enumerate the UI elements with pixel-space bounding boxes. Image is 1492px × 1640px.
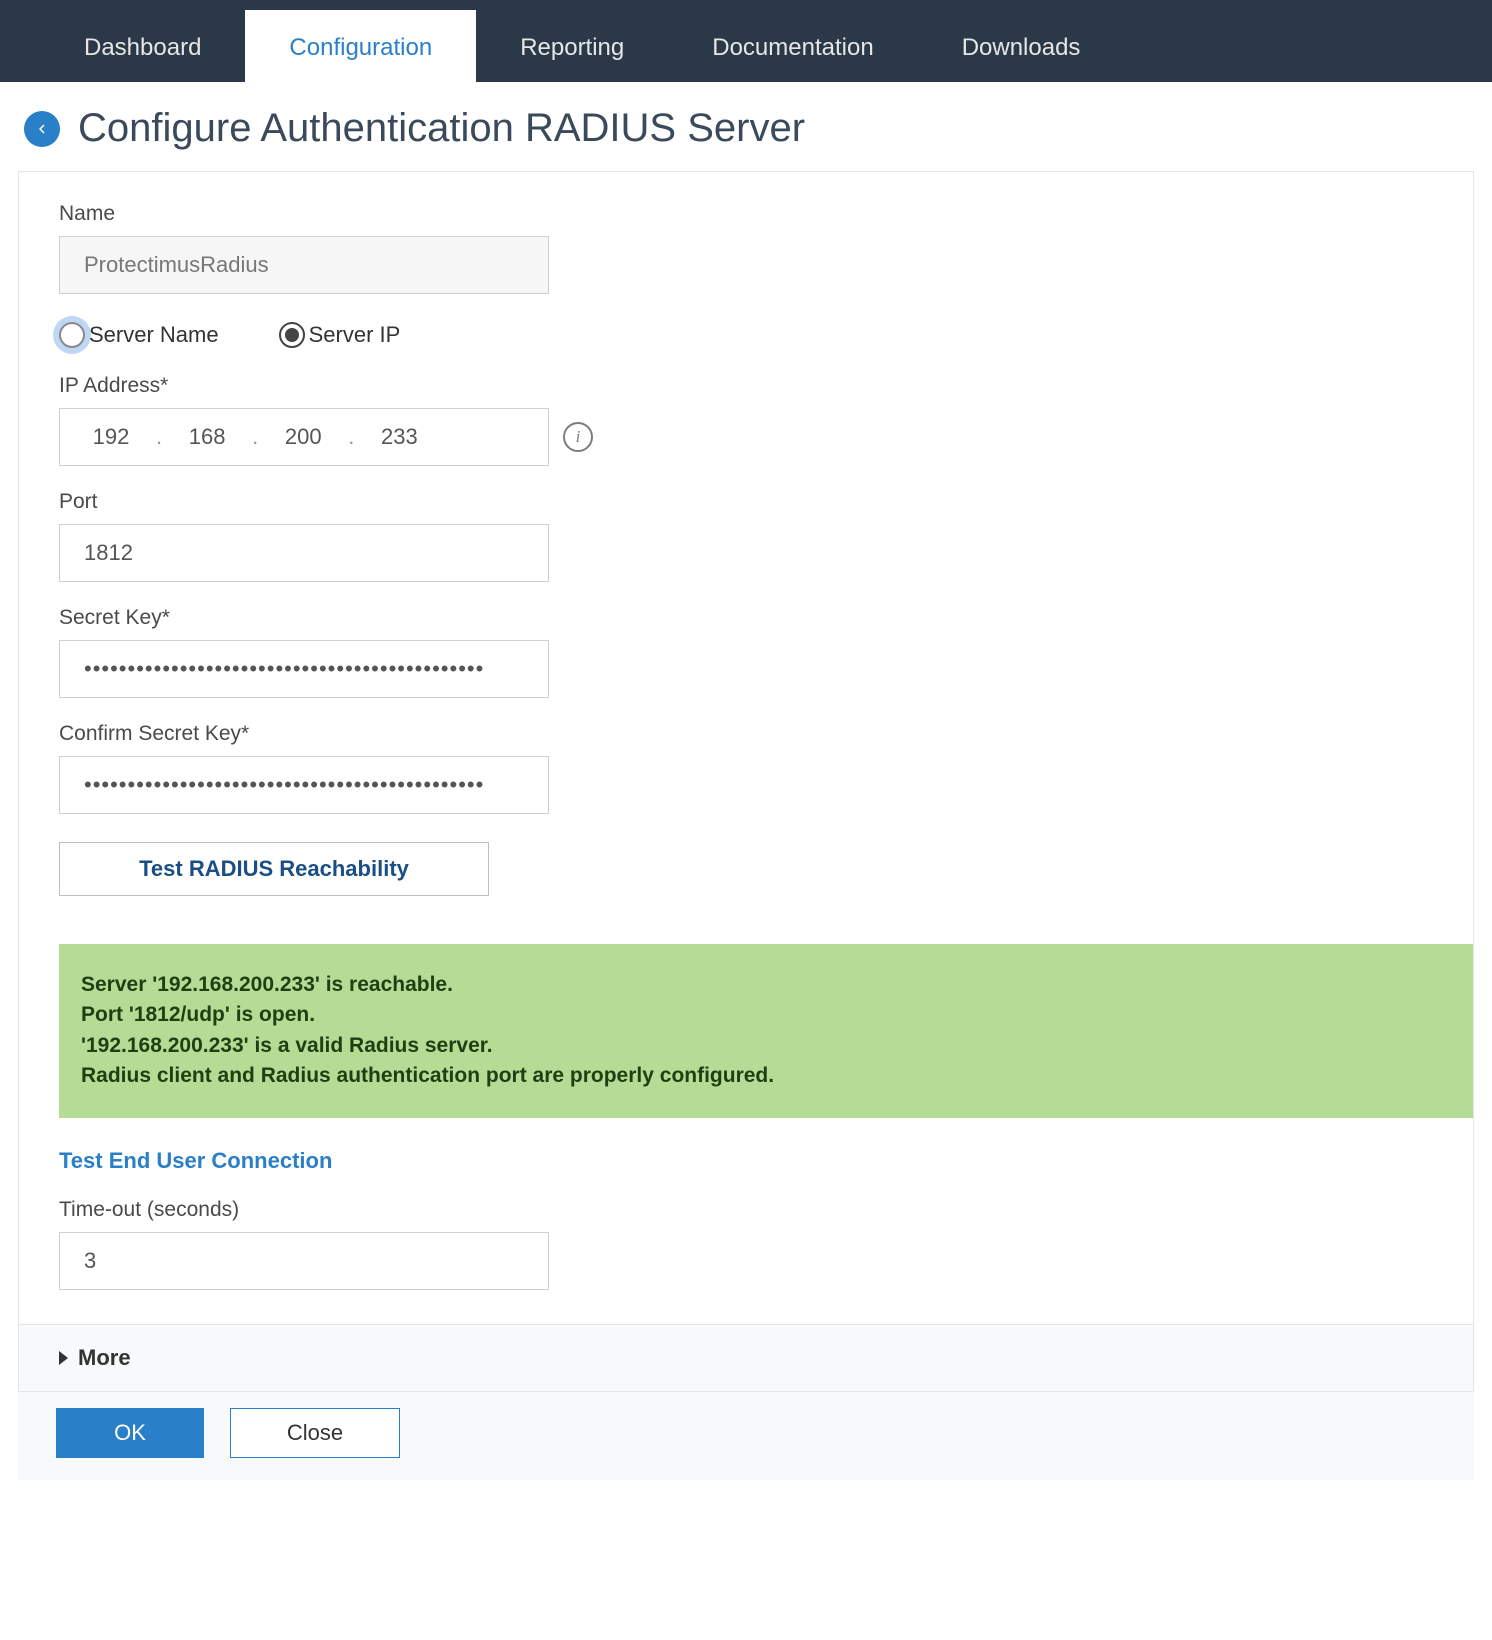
secret-key-input[interactable] bbox=[59, 640, 549, 698]
ip-dot: . bbox=[156, 424, 162, 450]
port-label: Port bbox=[59, 490, 1433, 514]
result-line: Server '192.168.200.233' is reachable. bbox=[81, 970, 1451, 1000]
port-input[interactable] bbox=[59, 524, 549, 582]
ip-octet-1[interactable] bbox=[84, 424, 138, 450]
nav-tab-downloads[interactable]: Downloads bbox=[918, 10, 1125, 82]
nav-tab-reporting[interactable]: Reporting bbox=[476, 10, 668, 82]
ip-octet-3[interactable] bbox=[276, 424, 330, 450]
more-expander[interactable]: More bbox=[19, 1324, 1473, 1391]
primary-nav: Dashboard Configuration Reporting Docume… bbox=[0, 10, 1492, 82]
server-ip-radio-label: Server IP bbox=[309, 322, 401, 348]
more-label: More bbox=[78, 1345, 131, 1371]
server-name-radio[interactable]: Server Name bbox=[59, 322, 219, 348]
dialog-footer: OK Close bbox=[18, 1391, 1474, 1480]
timeout-label: Time-out (seconds) bbox=[59, 1198, 1433, 1222]
confirm-secret-key-input[interactable] bbox=[59, 756, 549, 814]
name-input[interactable] bbox=[59, 236, 549, 294]
secret-key-label: Secret Key* bbox=[59, 606, 1433, 630]
timeout-input[interactable] bbox=[59, 1232, 549, 1290]
back-button[interactable] bbox=[24, 111, 60, 147]
nav-tab-dashboard[interactable]: Dashboard bbox=[40, 10, 245, 82]
nav-tab-configuration[interactable]: Configuration bbox=[245, 10, 476, 82]
ip-octet-4[interactable] bbox=[372, 424, 426, 450]
arrow-left-icon bbox=[33, 120, 51, 138]
test-radius-button[interactable]: Test RADIUS Reachability bbox=[59, 842, 489, 896]
nav-tab-documentation[interactable]: Documentation bbox=[668, 10, 917, 82]
server-name-radio-label: Server Name bbox=[89, 322, 219, 348]
window-top-strip bbox=[0, 0, 1492, 10]
name-label: Name bbox=[59, 202, 1433, 226]
ip-octet-2[interactable] bbox=[180, 424, 234, 450]
result-line: Radius client and Radius authentication … bbox=[81, 1061, 1451, 1091]
ip-address-input[interactable]: . . . bbox=[59, 408, 549, 466]
confirm-secret-key-label: Confirm Secret Key* bbox=[59, 722, 1433, 746]
caret-right-icon bbox=[59, 1351, 68, 1365]
close-button[interactable]: Close bbox=[230, 1408, 400, 1458]
page-header: Configure Authentication RADIUS Server bbox=[0, 82, 1492, 171]
ok-button[interactable]: OK bbox=[56, 1408, 204, 1458]
info-icon[interactable]: i bbox=[563, 422, 593, 452]
form-panel: Name Server Name Server IP IP Address* .… bbox=[18, 171, 1474, 1391]
reachability-result: Server '192.168.200.233' is reachable. P… bbox=[59, 944, 1473, 1118]
ip-address-label: IP Address* bbox=[59, 374, 1433, 398]
radio-icon bbox=[59, 322, 85, 348]
result-line: '192.168.200.233' is a valid Radius serv… bbox=[81, 1031, 1451, 1061]
server-ip-radio[interactable]: Server IP bbox=[279, 322, 401, 348]
result-line: Port '1812/udp' is open. bbox=[81, 1000, 1451, 1030]
ip-dot: . bbox=[252, 424, 258, 450]
radio-icon bbox=[279, 322, 305, 348]
test-end-user-link[interactable]: Test End User Connection bbox=[59, 1148, 332, 1174]
page-title: Configure Authentication RADIUS Server bbox=[78, 106, 805, 151]
ip-dot: . bbox=[348, 424, 354, 450]
